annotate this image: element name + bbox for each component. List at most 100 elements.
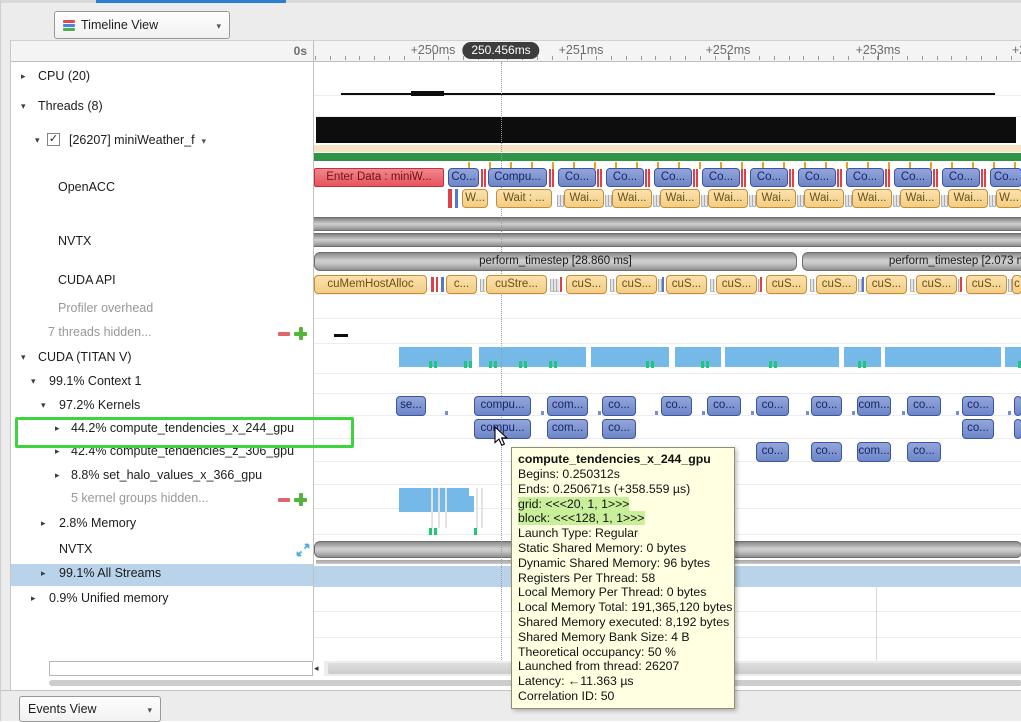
- tree-item-all-streams[interactable]: ▸99.1% All Streams: [11, 564, 313, 586]
- api-call-bar[interactable]: cuStre...: [486, 275, 547, 294]
- kernel-bar[interactable]: com...: [547, 396, 588, 416]
- kernel-bar[interactable]: co...: [907, 442, 941, 462]
- kernel-bar[interactable]: co...: [962, 419, 994, 439]
- tree-item-kernels[interactable]: ▾97.2% Kernels: [11, 396, 313, 417]
- tree-item-unified-memory[interactable]: ▸0.9% Unified memory: [11, 589, 313, 610]
- tree-horizontal-scrollbar[interactable]: [49, 661, 313, 676]
- tree-collapse-arrow-icon[interactable]: ▾: [21, 101, 26, 112]
- api-call-bar[interactable]: W...: [462, 189, 488, 208]
- kernel-bar[interactable]: co...: [707, 396, 741, 416]
- kernel-bar[interactable]: co...: [756, 396, 789, 416]
- tree-expand-arrow-icon[interactable]: ▸: [41, 568, 46, 579]
- remove-filter-icon[interactable]: [278, 498, 290, 502]
- kernel-bar[interactable]: co...: [602, 419, 636, 439]
- kernel-bar[interactable]: Co...: [448, 168, 479, 187]
- expand-row-icon[interactable]: [296, 543, 310, 557]
- api-call-bar[interactable]: cuS...: [716, 275, 757, 294]
- kernel-bar[interactable]: Co...: [606, 168, 644, 187]
- api-call-bar[interactable]: Wait : ...: [496, 189, 552, 208]
- api-call-bar[interactable]: W...: [996, 189, 1021, 208]
- openacc-data-bar[interactable]: Enter Data : miniW...: [314, 168, 444, 187]
- tree-collapse-arrow-icon[interactable]: ▾: [21, 352, 26, 363]
- kernel-bar[interactable]: Co...: [846, 168, 884, 187]
- tree-item-process-miniweather[interactable]: ▾[26207] miniWeather_f: [11, 131, 313, 152]
- api-call-bar[interactable]: cuMemHostAlloc: [314, 275, 427, 294]
- tree-expand-arrow-icon[interactable]: ▸: [55, 470, 60, 481]
- api-call-bar[interactable]: Wai...: [660, 189, 700, 208]
- kernel-bar[interactable]: Co...: [894, 168, 932, 187]
- tooltip-title: compute_tendencies_x_244_gpu: [518, 451, 728, 467]
- tree-item-kernel-set-halo[interactable]: ▸8.8% set_halo_values_x_366_gpu: [11, 466, 313, 487]
- nvtx-range-bar[interactable]: perform_timestep [2.073 ms]: [802, 252, 1021, 271]
- api-call-bar[interactable]: Wai...: [852, 189, 892, 208]
- api-call-bar[interactable]: Wai...: [708, 189, 748, 208]
- kernel-bar[interactable]: com...: [857, 396, 891, 416]
- tree-item-kernel-groups-hidden[interactable]: 5 kernel groups hidden...: [11, 489, 313, 510]
- scroll-left-arrow-icon[interactable]: [314, 662, 323, 675]
- tree-item-openacc[interactable]: OpenACC: [11, 178, 313, 199]
- kernel-bar[interactable]: co...: [661, 396, 692, 416]
- events-view-dropdown[interactable]: Events View: [19, 696, 161, 722]
- ruler-scale[interactable]: +250ms+251ms+252ms+253ms+2250.456ms: [314, 41, 1021, 61]
- api-call-bar[interactable]: Wai...: [948, 189, 988, 208]
- chevron-down-icon[interactable]: [202, 133, 207, 147]
- api-call-bar[interactable]: cuS...: [666, 275, 707, 294]
- timeline-ruler[interactable]: 0s +250ms+251ms+252ms+253ms+2250.456ms: [11, 40, 1021, 62]
- api-call-bar[interactable]: cuS...: [816, 275, 857, 294]
- kernel-bar[interactable]: com...: [857, 442, 891, 462]
- tree-item-threads-hidden[interactable]: 7 threads hidden...: [11, 323, 313, 344]
- api-call-bar[interactable]: cuS...: [566, 275, 607, 294]
- api-call-bar[interactable]: Wai...: [564, 189, 604, 208]
- tree-collapse-arrow-icon[interactable]: ▾: [35, 135, 40, 146]
- kernel-bar[interactable]: Co...: [942, 168, 980, 187]
- kernel-bar[interactable]: Co...: [750, 168, 788, 187]
- api-call-bar[interactable]: cuS...: [866, 275, 907, 294]
- kernel-bar[interactable]: Co...: [654, 168, 692, 187]
- timeline-view-dropdown[interactable]: Timeline View: [54, 11, 230, 39]
- event-tick: [481, 169, 483, 187]
- kernel-bar[interactable]: Co...: [798, 168, 836, 187]
- kernel-bar[interactable]: compu...: [474, 396, 531, 416]
- kernel-bar[interactable]: Co...: [990, 168, 1021, 187]
- kernel-bar[interactable]: co...: [756, 442, 789, 462]
- tree-item-nvtx-thread[interactable]: NVTX: [11, 232, 313, 253]
- remove-filter-icon[interactable]: [278, 332, 290, 336]
- kernel-bar[interactable]: Co...: [558, 168, 596, 187]
- kernel-bar[interactable]: co...: [907, 396, 941, 416]
- api-call-bar[interactable]: Wai...: [612, 189, 652, 208]
- nvtx-range-bar[interactable]: perform_timestep [28.860 ms]: [314, 252, 797, 271]
- tree-expand-arrow-icon[interactable]: ▸: [31, 593, 36, 604]
- kernel-bar[interactable]: Compu...: [488, 168, 547, 187]
- tree-item-cuda-api[interactable]: CUDA API: [11, 271, 313, 292]
- kernel-bar[interactable]: co...: [962, 396, 994, 416]
- kernel-bar[interactable]: co...: [811, 396, 842, 416]
- tree-item-cpu[interactable]: ▸CPU (20): [11, 67, 313, 88]
- tree-collapse-arrow-icon[interactable]: ▾: [31, 376, 36, 387]
- kernel-bar[interactable]: Co...: [702, 168, 740, 187]
- tree-expand-arrow-icon[interactable]: ▸: [21, 71, 26, 82]
- kernel-bar[interactable]: com...: [547, 419, 588, 439]
- tree-item-cuda-device[interactable]: ▾CUDA (TITAN V): [11, 348, 313, 369]
- tree-item-threads[interactable]: ▾Threads (8): [11, 97, 313, 118]
- api-call-bar[interactable]: cuS...: [916, 275, 957, 294]
- api-call-bar[interactable]: cuS...: [616, 275, 657, 294]
- api-call-bar[interactable]: cuS...: [766, 275, 807, 294]
- tree-item-memory[interactable]: ▸2.8% Memory: [11, 514, 313, 535]
- tree-item-nvtx-gpu[interactable]: NVTX: [11, 540, 313, 561]
- kernel-bar[interactable]: se...: [396, 396, 426, 416]
- api-call-bar[interactable]: Wai...: [756, 189, 796, 208]
- process-checkbox[interactable]: [47, 133, 60, 146]
- tree-item-context-1[interactable]: ▾99.1% Context 1: [11, 372, 313, 393]
- tree-expand-arrow-icon[interactable]: ▸: [41, 518, 46, 529]
- add-filter-icon[interactable]: [294, 327, 307, 340]
- tree-item-profiler-overhead[interactable]: Profiler overhead: [11, 299, 313, 320]
- api-call-bar[interactable]: c: [1012, 275, 1021, 294]
- kernel-bar[interactable]: co...: [811, 442, 842, 462]
- api-call-bar[interactable]: Wai...: [900, 189, 940, 208]
- api-call-bar[interactable]: Wai...: [804, 189, 844, 208]
- tree-collapse-arrow-icon[interactable]: ▾: [41, 400, 46, 411]
- kernel-bar[interactable]: co...: [602, 396, 636, 416]
- api-call-bar[interactable]: cuS...: [966, 275, 1007, 294]
- add-filter-icon[interactable]: [294, 493, 307, 506]
- api-call-bar[interactable]: c...: [446, 275, 477, 294]
